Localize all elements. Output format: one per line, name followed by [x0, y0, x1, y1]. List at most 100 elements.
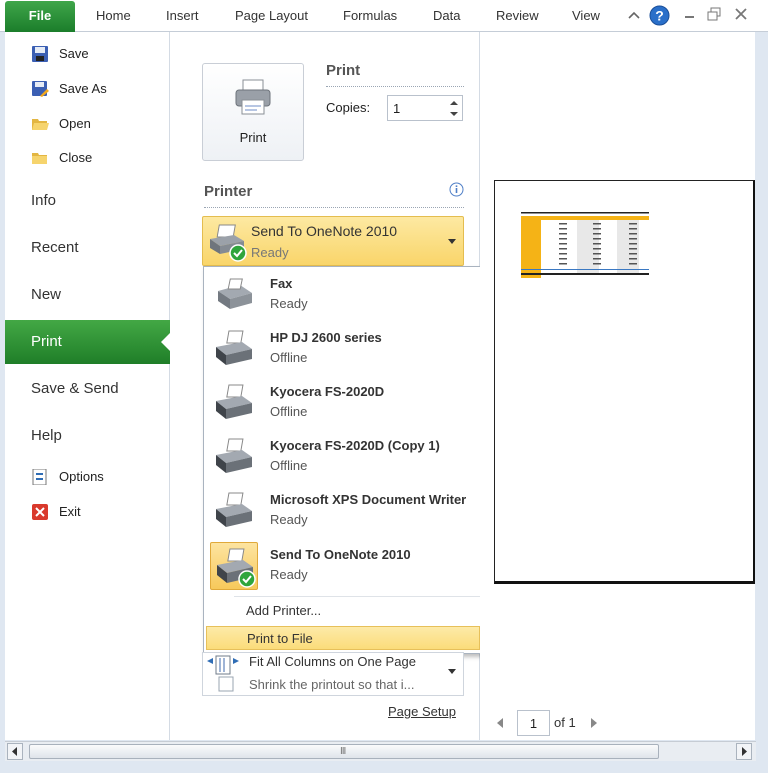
printer-item-name: Microsoft XPS Document Writer — [270, 492, 467, 507]
print-button[interactable]: Print — [202, 63, 304, 161]
chevron-down-icon — [448, 669, 456, 674]
printer-item-status: Offline — [270, 458, 308, 473]
open-label: Open — [59, 116, 91, 131]
spreadsheet-thumbnail — [521, 212, 649, 278]
exit-label: Exit — [59, 504, 81, 519]
tab-review[interactable]: Review — [496, 8, 539, 23]
exit-icon — [32, 504, 48, 520]
print-heading: Print — [326, 62, 361, 79]
fax-icon — [218, 278, 252, 309]
tab-page-layout[interactable]: Page Layout — [235, 8, 308, 23]
selected-printer-name: Send To OneNote 2010 — [251, 223, 398, 239]
page-number-value: 1 — [529, 716, 538, 731]
printer-item-status: Offline — [270, 404, 308, 419]
printer-item-name: HP DJ 2600 series — [270, 330, 382, 345]
copies-down-icon[interactable] — [448, 109, 460, 119]
nav-tab-help[interactable]: Help — [31, 427, 62, 444]
printer-item-name: Kyocera FS-2020D (Copy 1) — [270, 438, 440, 453]
horizontal-scrollbar[interactable]: III — [5, 741, 756, 761]
nav-tab-save-send[interactable]: Save & Send — [31, 380, 119, 397]
ribbon-tab-bar: File Home Insert Page Layout Formulas Da… — [0, 0, 768, 32]
printer-item-status: Ready — [270, 296, 308, 311]
scaling-option: Fit All Columns on One Page — [249, 654, 416, 669]
tab-data[interactable]: Data — [433, 8, 460, 23]
nav-tab-print-label: Print — [31, 333, 62, 350]
scroll-grip: III — [340, 746, 346, 757]
printer-item-name: Send To OneNote 2010 — [270, 547, 411, 562]
printer-item-microsoft-xps[interactable]: Microsoft XPS Document Writer Ready — [206, 485, 480, 537]
printer-item-send-to-onenote[interactable]: Send To OneNote 2010 Ready — [206, 540, 480, 592]
selected-printer-status: Ready — [251, 245, 289, 260]
printer-icon — [216, 384, 252, 419]
nav-tab-print[interactable]: Print — [5, 320, 171, 364]
printer-item-kyocera-fs-2020d[interactable]: Kyocera FS-2020D Offline — [206, 377, 480, 429]
printer-item-fax[interactable]: Fax Ready — [206, 269, 480, 321]
close-folder-icon — [32, 153, 47, 164]
next-page-icon[interactable] — [591, 718, 597, 728]
backstage-nav: Save Save As Open Close Info Recent New … — [5, 32, 171, 740]
help-icon[interactable]: ? — [649, 5, 670, 26]
preview-page — [494, 180, 755, 584]
add-printer-link[interactable]: Add Printer... — [206, 599, 480, 623]
minimize-window-icon[interactable] — [682, 6, 698, 22]
window-frame-right — [756, 32, 768, 773]
restore-window-icon[interactable] — [706, 6, 722, 22]
copies-value: 1 — [393, 101, 401, 116]
printer-item-hp-dj-2600[interactable]: HP DJ 2600 series Offline — [206, 323, 480, 375]
tab-home[interactable]: Home — [96, 8, 131, 23]
nav-tab-info[interactable]: Info — [31, 192, 56, 209]
printer-icon — [216, 492, 252, 527]
printer-heading-divider — [204, 207, 464, 208]
print-button-label: Print — [239, 130, 267, 145]
scroll-right-button[interactable] — [736, 743, 752, 760]
print-to-file-label: Print to File — [247, 631, 313, 646]
printer-item-status: Ready — [270, 512, 308, 527]
printer-item-name: Fax — [270, 276, 293, 291]
scaling-description: Shrink the printout so that i... — [249, 677, 415, 692]
window-frame-bottom — [0, 761, 768, 773]
printer-icon — [235, 79, 271, 115]
printer-heading: Printer — [204, 183, 253, 200]
open-folder-icon — [32, 119, 49, 130]
page-number-input[interactable]: 1 — [517, 710, 550, 736]
nav-tab-recent[interactable]: Recent — [31, 239, 79, 256]
options-icon — [32, 469, 47, 485]
tab-file[interactable]: File — [5, 1, 75, 32]
fit-columns-icon — [207, 655, 239, 692]
printer-dropdown-list: Fax Ready HP DJ 2600 series Offline Kyoc… — [203, 266, 482, 654]
copies-input[interactable]: 1 — [387, 95, 463, 121]
options-label: Options — [59, 469, 104, 484]
svg-text:?: ? — [655, 8, 664, 24]
page-setup-link[interactable]: Page Setup — [388, 704, 456, 719]
print-heading-divider — [326, 86, 464, 87]
nav-tab-new[interactable]: New — [31, 286, 61, 303]
scroll-right-icon — [742, 747, 747, 756]
printer-item-status: Ready — [270, 567, 308, 582]
minimize-ribbon-icon[interactable] — [626, 8, 642, 24]
printer-icon — [216, 438, 252, 473]
close-label: Close — [59, 150, 93, 165]
scaling-select[interactable]: Fit All Columns on One Page Shrink the p… — [202, 652, 464, 696]
previous-page-icon[interactable] — [497, 718, 503, 728]
printer-icon — [216, 330, 252, 365]
print-to-file-option[interactable]: Print to File — [206, 626, 480, 650]
floppy-disk-icon — [32, 46, 48, 62]
printer-select[interactable]: Send To OneNote 2010 Ready — [202, 216, 464, 266]
dropdown-divider — [234, 596, 480, 597]
tab-view[interactable]: View — [572, 8, 600, 23]
scroll-thumb[interactable]: III — [29, 744, 659, 759]
scroll-left-button[interactable] — [7, 743, 23, 760]
copies-up-icon[interactable] — [448, 98, 460, 108]
onenote-printer-icon — [217, 548, 256, 588]
info-icon[interactable] — [449, 182, 464, 197]
printer-item-kyocera-fs-2020d-copy-1[interactable]: Kyocera FS-2020D (Copy 1) Offline — [206, 431, 480, 483]
copies-label: Copies: — [326, 100, 371, 115]
onenote-printer-icon — [210, 224, 247, 262]
save-as-icon — [32, 81, 49, 97]
page-count: of 1 — [554, 715, 576, 730]
tab-formulas[interactable]: Formulas — [343, 8, 397, 23]
close-window-icon[interactable] — [733, 6, 749, 22]
scroll-left-icon — [12, 747, 17, 756]
printer-item-name: Kyocera FS-2020D — [270, 384, 385, 399]
tab-insert[interactable]: Insert — [166, 8, 199, 23]
